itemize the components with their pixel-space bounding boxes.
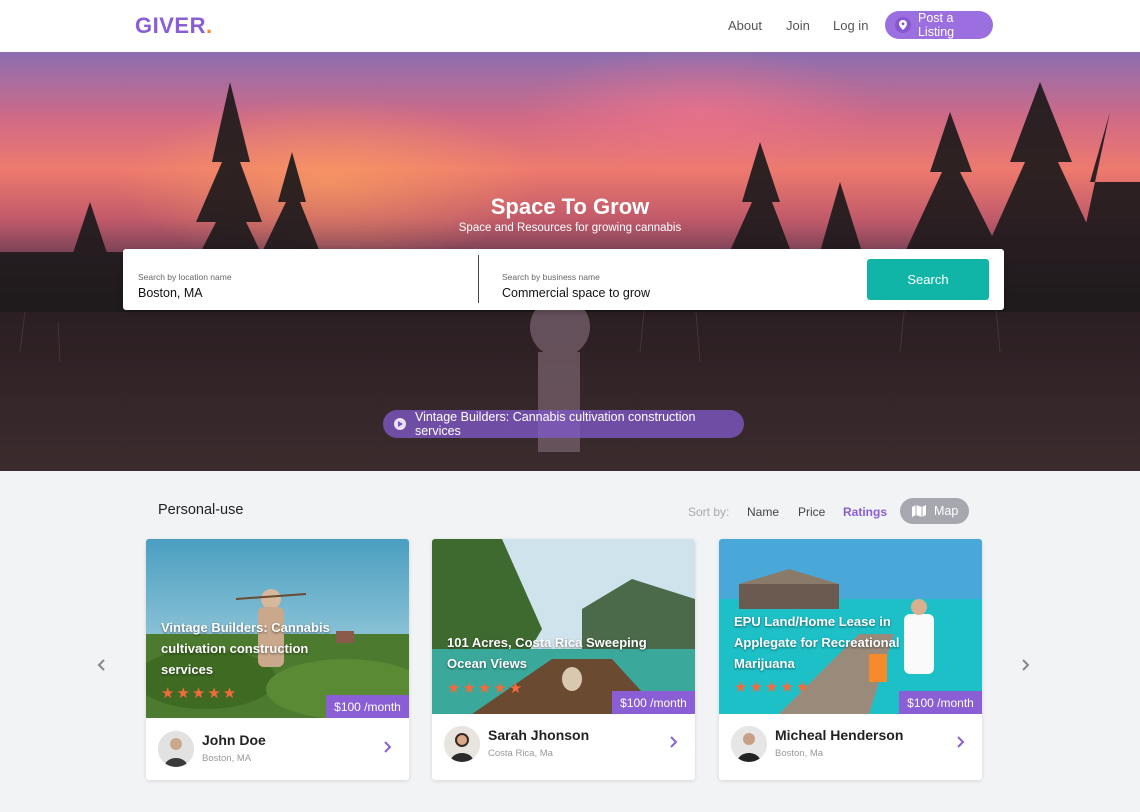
owner-location: Costa Rica, Ma — [488, 748, 553, 759]
carousel-prev-button[interactable] — [97, 656, 107, 677]
price-badge: $100 /month — [899, 691, 982, 714]
map-toggle-button[interactable]: Map — [900, 498, 969, 524]
star-rating: ★★★★★ — [161, 685, 239, 702]
map-label: Map — [934, 504, 959, 518]
promo-label: Vintage Builders: Cannabis cultivation c… — [414, 410, 696, 438]
chevron-right-icon — [670, 736, 678, 748]
avatar — [444, 726, 480, 762]
location-search-label: Search by location name — [138, 272, 232, 282]
business-search-label: Search by business name — [502, 272, 600, 282]
avatar — [731, 726, 767, 762]
sort-label: Sort by: — [688, 505, 730, 519]
hero-title: Space To Grow — [490, 194, 650, 219]
location-pin-icon — [895, 17, 911, 33]
owner-name: Micheal Henderson — [775, 727, 904, 743]
nav-login-link[interactable]: Log in — [833, 18, 868, 33]
play-icon — [394, 418, 406, 430]
sort-name-option[interactable]: Name — [747, 505, 779, 519]
business-search-input[interactable]: Commercial space to grow — [502, 286, 650, 300]
post-listing-label: Post a Listing — [917, 11, 955, 39]
hero-subtitle: Space and Resources for growing cannabis — [458, 222, 682, 234]
owner-location: Boston, MA — [202, 753, 252, 764]
listing-title: Vintage Builders: Cannabis cultivation c… — [161, 620, 330, 677]
star-rating: ★★★★★ — [734, 679, 812, 696]
top-nav: GIVER. About Join Log in Post a Listing — [0, 0, 1140, 52]
business-search-field[interactable]: Search by business name Commercial space… — [502, 272, 650, 300]
listing-card[interactable]: EPU Land/Home Lease in Applegate for Rec… — [719, 539, 982, 780]
owner-name: Sarah Jhonson — [488, 727, 590, 743]
owner-location: Boston, Ma — [775, 748, 824, 759]
listing-card[interactable]: Vintage Builders: Cannabis cultivation c… — [146, 539, 409, 780]
open-listing-button[interactable] — [383, 740, 392, 758]
search-bar: Search by location name Boston, MA Searc… — [123, 249, 1004, 310]
price-badge: $100 /month — [326, 695, 409, 718]
logo[interactable]: GIVER. — [135, 13, 213, 39]
listing-title: 101 Acres, Costa Rica Sweeping Ocean Vie… — [447, 635, 647, 671]
open-listing-button[interactable] — [669, 735, 678, 753]
post-listing-button[interactable]: Post a Listing — [885, 11, 993, 39]
sort-ratings-option[interactable]: Ratings — [843, 505, 887, 519]
nav-about-link[interactable]: About — [728, 18, 762, 33]
owner-name: John Doe — [202, 732, 266, 748]
listing-title: EPU Land/Home Lease in Applegate for Rec… — [734, 614, 900, 671]
nav-join-link[interactable]: Join — [786, 18, 810, 33]
chevron-left-icon — [97, 659, 105, 671]
search-button[interactable]: Search — [867, 259, 989, 300]
chevron-right-icon — [384, 741, 392, 753]
location-search-field[interactable]: Search by location name Boston, MA — [138, 272, 232, 300]
map-icon — [912, 505, 926, 517]
avatar — [158, 731, 194, 767]
hero-banner: Space To Grow Space and Resources for gr… — [0, 52, 1140, 471]
carousel-next-button[interactable] — [1020, 656, 1030, 677]
search-divider — [478, 255, 479, 303]
chevron-right-icon — [1022, 659, 1030, 671]
chevron-right-icon — [957, 736, 965, 748]
listing-card[interactable]: 101 Acres, Costa Rica Sweeping Ocean Vie… — [432, 539, 695, 780]
open-listing-button[interactable] — [956, 735, 965, 753]
section-title: Personal-use — [158, 502, 244, 518]
price-badge: $100 /month — [612, 691, 695, 714]
star-rating: ★★★★★ — [447, 680, 525, 697]
location-search-input[interactable]: Boston, MA — [138, 286, 232, 300]
promo-video-pill[interactable]: Vintage Builders: Cannabis cultivation c… — [383, 410, 744, 438]
sort-price-option[interactable]: Price — [798, 505, 825, 519]
